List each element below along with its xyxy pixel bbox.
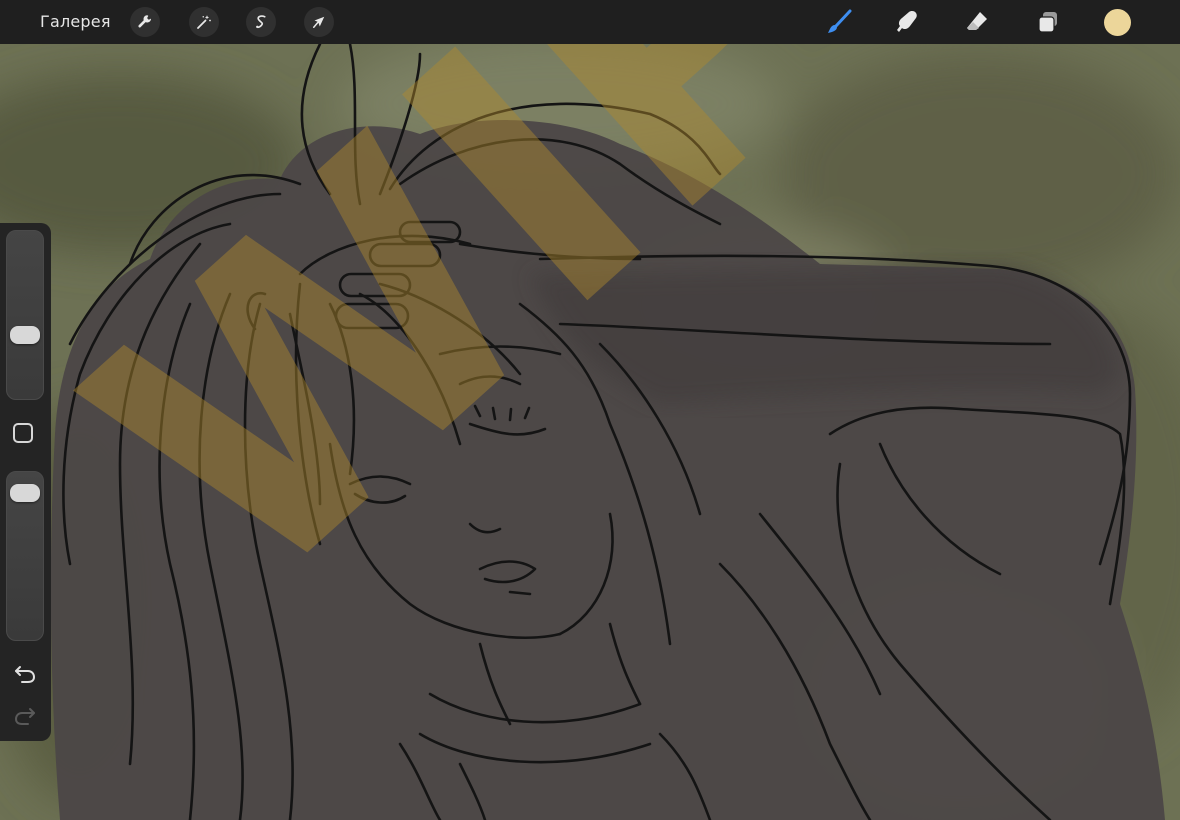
color-swatch[interactable] <box>1104 9 1131 36</box>
eraser-button[interactable] <box>962 7 992 37</box>
arrow-cursor-icon <box>313 16 325 28</box>
redo-button[interactable] <box>12 703 38 729</box>
smudge-button[interactable] <box>892 7 922 37</box>
brush-icon <box>828 9 852 33</box>
selection-button[interactable] <box>246 7 276 37</box>
gallery-button[interactable]: Галерея <box>40 12 111 32</box>
selection-s-icon <box>256 15 266 29</box>
transform-button[interactable] <box>304 7 334 37</box>
actions-button[interactable] <box>130 7 160 37</box>
smudge-finger-icon <box>897 11 917 32</box>
undo-icon <box>15 666 36 683</box>
brush-size-thumb[interactable] <box>10 326 40 345</box>
top-toolbar: Галерея <box>0 0 1180 44</box>
opacity-thumb[interactable] <box>10 483 40 502</box>
artwork[interactable]: WIP <box>0 44 1180 820</box>
layers-icon <box>1038 12 1057 33</box>
modify-button[interactable] <box>13 423 33 443</box>
sidebar <box>0 223 51 741</box>
adjustments-button[interactable] <box>189 7 219 37</box>
eraser-icon <box>967 12 987 30</box>
brush-size-slider[interactable] <box>6 230 44 400</box>
wrench-icon <box>138 15 152 28</box>
opacity-slider[interactable] <box>6 471 44 641</box>
brush-button[interactable] <box>824 7 854 37</box>
layers-button[interactable] <box>1033 7 1063 37</box>
redo-icon <box>14 708 35 725</box>
magic-wand-icon <box>197 15 211 29</box>
drawing-canvas[interactable]: WIP <box>0 44 1180 820</box>
undo-button[interactable] <box>12 661 38 687</box>
